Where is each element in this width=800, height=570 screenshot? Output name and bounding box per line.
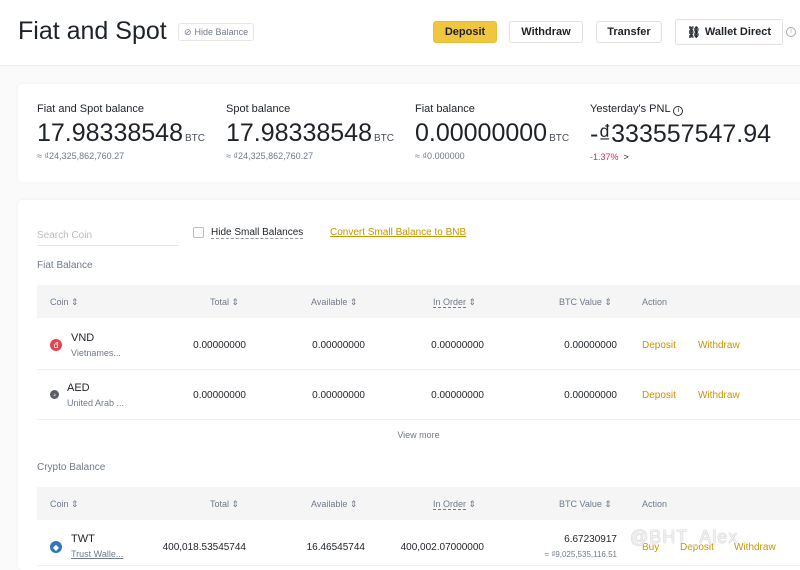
col-in-order[interactable]: In Order ⇕ xyxy=(433,499,476,510)
search-coin-input[interactable]: Search Coin xyxy=(37,225,179,246)
fiat-balance: Fiat balance 0.00000000 BTC ≈ ₫0.000000 xyxy=(415,103,569,161)
col-coin[interactable]: Coin ⇕ xyxy=(50,499,79,510)
approx: ≈ ₫24,325,862,760.27 xyxy=(37,151,125,161)
col-action: Action xyxy=(642,499,668,509)
btc-value: 0.00000000 xyxy=(564,390,617,401)
col-coin[interactable]: Coin ⇕ xyxy=(50,297,79,308)
coin-symbol: VND xyxy=(71,332,95,344)
table-row: د AED United Arab ... 0.00000000 0.00000… xyxy=(37,370,800,420)
wallet-direct-button[interactable]: ⛓ Wallet Direct xyxy=(675,19,783,45)
approx: ≈ ₫24,325,862,760.27 xyxy=(226,151,314,161)
col-available[interactable]: Available ⇕ xyxy=(311,297,357,308)
col-action: Action xyxy=(642,297,668,307)
value: 0.00000000 xyxy=(415,119,548,147)
in-order: 0.00000000 xyxy=(431,340,484,351)
coin-symbol: TWT xyxy=(71,533,95,545)
fiat-spot-balance: Fiat and Spot balance 17.98338548 BTC ≈ ₫24… xyxy=(37,103,205,161)
wallet-direct-label: Wallet Direct xyxy=(704,26,772,38)
info-icon[interactable]: i xyxy=(673,106,684,116)
col-btc-value[interactable]: BTC Value ⇕ xyxy=(559,499,612,510)
hide-balance-label: Hide Balance xyxy=(194,27,249,37)
available: 0.00000000 xyxy=(312,390,365,401)
fiat-balance-title: Fiat Balance xyxy=(37,260,93,271)
in-order: 0.00000000 xyxy=(431,390,484,401)
available: 16.46545744 xyxy=(306,542,365,553)
transfer-button[interactable]: Transfer xyxy=(596,21,662,43)
eye-slash-icon: ⊘ xyxy=(184,27,192,37)
col-btc-value[interactable]: BTC Value ⇕ xyxy=(559,297,612,308)
unit: BTC xyxy=(373,133,394,144)
view-more-link[interactable]: View more xyxy=(37,430,800,440)
btc-approx: ≈ ₫9,025,535,116.51 xyxy=(544,550,617,559)
page-title: Fiat and Spot xyxy=(18,17,167,45)
fiat-table-header: Coin ⇕ Total ⇕ Available ⇕ In Order ⇕ BT… xyxy=(37,285,800,318)
hide-balance-button[interactable]: ⊘ Hide Balance xyxy=(178,23,255,41)
approx: ≈ ₫0.000000 xyxy=(415,151,465,161)
unit: BTC xyxy=(184,133,205,144)
pnl-label: Yesterday's PNL xyxy=(590,103,671,115)
deposit-link[interactable]: Deposit xyxy=(642,340,676,351)
btc-value: 6.67230917 xyxy=(564,534,617,545)
spot-balance: Spot balance 17.98338548 BTC ≈ ₫24,325,862,… xyxy=(226,103,394,161)
label: Spot balance xyxy=(226,103,291,115)
col-total[interactable]: Total ⇕ xyxy=(210,499,239,510)
withdraw-button[interactable]: Withdraw xyxy=(509,21,583,43)
convert-small-link[interactable]: Convert Small Balance to BNB xyxy=(330,227,466,238)
deposit-link[interactable]: Deposit xyxy=(642,390,676,401)
page-header: Fiat and Spot ⊘ Hide Balance Deposit With… xyxy=(0,0,800,66)
total: 0.00000000 xyxy=(193,340,246,351)
coin-name: United Arab ... xyxy=(67,398,125,408)
btc-value: 0.00000000 xyxy=(564,340,617,351)
col-available[interactable]: Available ⇕ xyxy=(311,499,357,510)
value: 17.98338548 xyxy=(226,119,372,147)
crypto-balance-title: Crypto Balance xyxy=(37,462,106,473)
hide-small-label[interactable]: Hide Small Balances xyxy=(211,227,304,239)
crypto-table-header: Coin ⇕ Total ⇕ Available ⇕ In Order ⇕ BT… xyxy=(37,487,800,520)
col-in-order[interactable]: In Order ⇕ xyxy=(433,297,476,308)
link-icon: ⛓ xyxy=(686,26,701,39)
value: 17.98338548 xyxy=(37,119,183,147)
vnd-coin-icon: đ xyxy=(50,339,62,351)
total: 400,018.53545744 xyxy=(162,542,246,553)
coin-symbol: AED xyxy=(67,382,90,394)
unit: BTC xyxy=(549,133,570,144)
coin-name: Vietnames... xyxy=(71,348,121,358)
label: Fiat balance xyxy=(415,103,475,115)
table-row: đ VND Vietnames... 0.00000000 0.00000000… xyxy=(37,320,800,370)
pnl-percent: -1.37% xyxy=(590,152,619,162)
watermark: @BHT_Alex xyxy=(630,527,739,547)
available: 0.00000000 xyxy=(312,340,365,351)
chevron-right-icon[interactable]: > xyxy=(624,152,629,162)
pnl-value: -₫333557547.94 xyxy=(590,120,772,148)
aed-coin-icon: د xyxy=(50,390,59,399)
withdraw-link[interactable]: Withdraw xyxy=(698,340,740,351)
deposit-button[interactable]: Deposit xyxy=(433,21,497,43)
withdraw-link[interactable]: Withdraw xyxy=(734,542,776,553)
withdraw-link[interactable]: Withdraw xyxy=(698,390,740,401)
in-order: 400,002.07000000 xyxy=(400,542,484,553)
coin-name[interactable]: Trust Walle... xyxy=(71,549,123,559)
pnl: Yesterday's PNL i -₫333557547.94 -1.37% > xyxy=(590,103,771,162)
info-icon[interactable]: i xyxy=(786,27,796,37)
col-total[interactable]: Total ⇕ xyxy=(210,297,239,308)
hide-small-checkbox[interactable] xyxy=(193,227,204,238)
total: 0.00000000 xyxy=(193,390,246,401)
twt-shield-icon: ◆ xyxy=(50,541,62,553)
label: Fiat and Spot balance xyxy=(37,103,145,115)
